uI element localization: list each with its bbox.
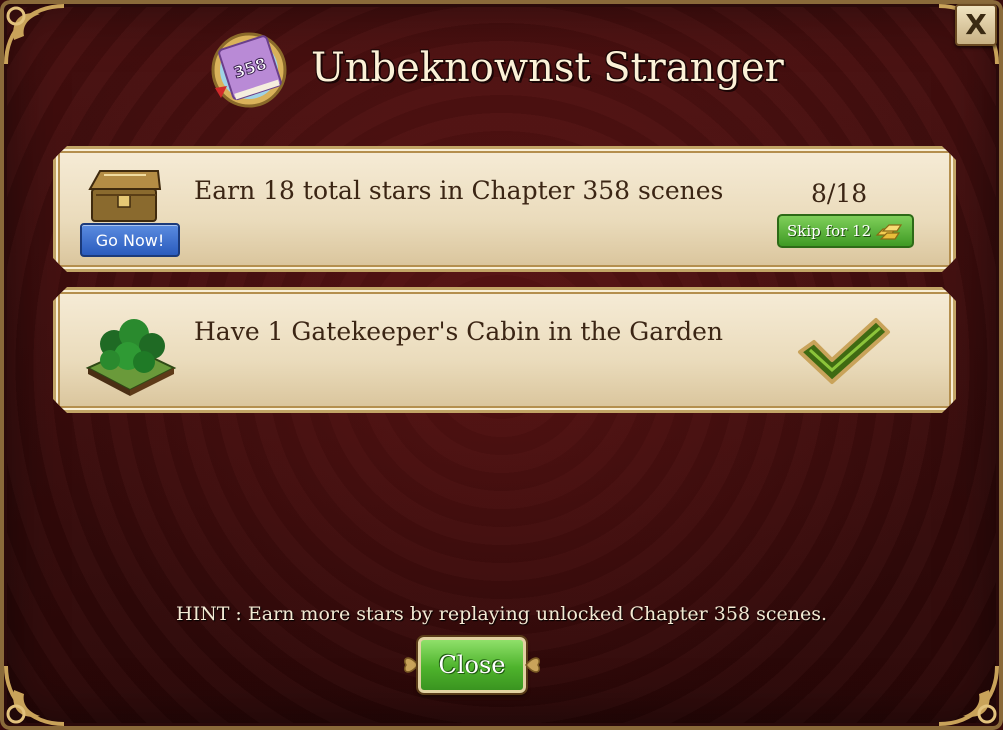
go-now-button[interactable]: Go Now! — [80, 223, 180, 257]
chapter-book-icon: 358 — [211, 32, 287, 108]
skip-button[interactable]: Skip for 12 — [777, 214, 914, 248]
close-button-group: Close — [398, 635, 546, 695]
close-x-button[interactable]: X — [955, 4, 997, 46]
task-description: Earn 18 total stars in Chapter 358 scene… — [194, 176, 724, 205]
checkmark-icon — [796, 316, 892, 386]
gold-bars-icon — [875, 221, 903, 241]
corner-ornament — [0, 660, 70, 730]
task-progress: 8/18 — [811, 179, 868, 208]
task-row: Go Now! Earn 18 total stars in Chapter 3… — [53, 146, 956, 272]
corner-ornament — [0, 0, 70, 70]
skip-button-label: Skip for 12 — [787, 222, 872, 240]
task-row: Have 1 Gatekeeper's Cabin in the Garden — [53, 287, 956, 413]
dialog-header: 358 Unbeknownst Stranger — [205, 28, 784, 108]
close-button[interactable]: Close — [418, 637, 526, 693]
flourish-left-icon — [404, 657, 419, 673]
task-description: Have 1 Gatekeeper's Cabin in the Garden — [194, 317, 724, 346]
quest-dialog: X 358 Unbeknownst Stranger Go Now! Earn … — [0, 0, 1003, 730]
corner-ornament — [933, 660, 1003, 730]
dialog-title: Unbeknownst Stranger — [311, 45, 784, 91]
tree-garden-icon — [84, 306, 178, 396]
treasure-chest-icon — [86, 165, 164, 225]
flourish-right-icon — [525, 657, 540, 673]
hint-text: HINT : Earn more stars by replaying unlo… — [176, 603, 827, 625]
